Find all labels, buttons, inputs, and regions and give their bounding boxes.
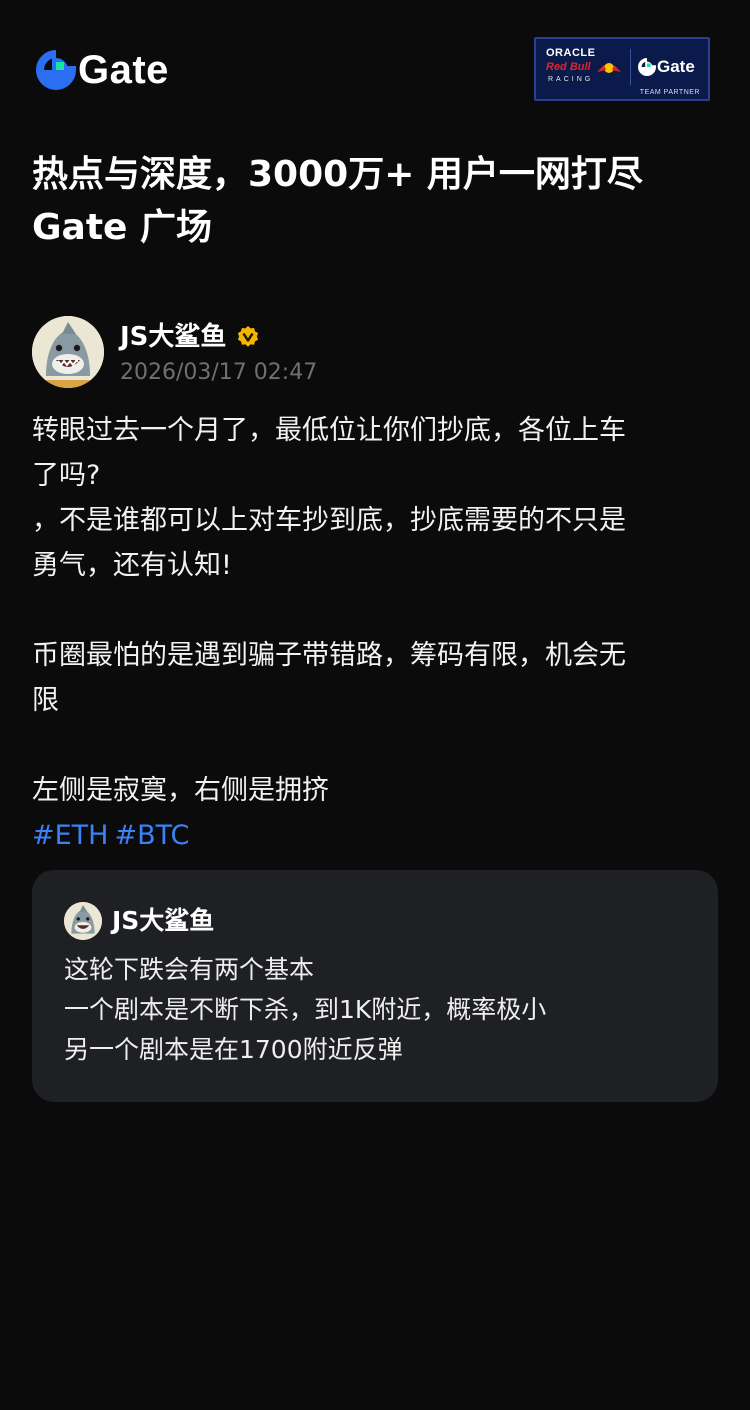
quoted-line: 另一个剧本是在1700附近反弹: [64, 1035, 403, 1064]
hashtag-list: #ETH #BTC: [32, 813, 718, 858]
team-partner-label: TEAM PARTNER: [639, 89, 700, 96]
hashtag-eth[interactable]: #ETH: [32, 820, 108, 851]
shark-avatar-icon: [32, 316, 104, 388]
header: Gate ORACLE Red Bull RACING Gate TEAM PA…: [0, 0, 750, 120]
badge-divider: [630, 49, 631, 85]
post-spacer: [32, 588, 718, 633]
post-timestamp: 2026/03/17 02:47: [120, 360, 318, 385]
post-line: 转眼过去一个月了，最低位让你们抄底，各位上车: [32, 415, 626, 446]
partner-gate-text: Gate: [657, 57, 695, 76]
post-spacer: [32, 723, 718, 768]
quoted-line: 这轮下跌会有两个基本: [64, 955, 315, 984]
verified-badge-icon: [238, 326, 259, 347]
headline-line-1: 热点与深度，3000万+ 用户一网打尽: [32, 154, 643, 195]
gate-logo[interactable]: Gate: [36, 50, 169, 90]
oracle-wordmark: ORACLE: [546, 47, 596, 59]
partner-gate-logo: Gate: [638, 57, 695, 77]
post-line: 勇气，还有认知!: [32, 550, 232, 581]
author-name[interactable]: JS大鲨鱼: [120, 320, 226, 354]
quoted-post-card[interactable]: JS大鲨鱼 这轮下跌会有两个基本 一个剧本是不断下杀，到1K附近，概率极小 另一…: [32, 870, 718, 1102]
quoted-line: 一个剧本是不断下杀，到1K附近，概率极小: [64, 995, 547, 1024]
post-line: 币圈最怕的是遇到骗子带错路，筹码有限，机会无: [32, 640, 626, 671]
avatar[interactable]: [32, 316, 104, 388]
quoted-avatar: [64, 902, 102, 940]
team-partner-badge: ORACLE Red Bull RACING Gate TEAM PARTNER: [534, 37, 710, 101]
post-line: 限: [32, 685, 59, 716]
page: Gate ORACLE Red Bull RACING Gate TEAM PA…: [0, 0, 750, 1410]
gate-logo-icon: [36, 50, 76, 90]
headline-line-2: Gate 广场: [32, 207, 213, 248]
post-line: 了吗?: [32, 460, 101, 491]
racing-wordmark: RACING: [548, 76, 594, 83]
post-line: 左侧是寂寞，右侧是拥挤: [32, 775, 329, 806]
page-headline: 热点与深度，3000万+ 用户一网打尽 Gate 广场: [32, 148, 722, 254]
post-line: ，不是谁都可以上对车抄到底，抄底需要的不只是: [32, 505, 626, 536]
quoted-post-header: JS大鲨鱼: [64, 902, 214, 940]
post-author: JS大鲨鱼 2026/03/17 02:47: [32, 316, 718, 388]
post-body: 转眼过去一个月了，最低位让你们抄底，各位上车 了吗? ，不是谁都可以上对车抄到底…: [32, 408, 718, 858]
shark-avatar-icon: [64, 902, 102, 940]
hashtag-btc[interactable]: #BTC: [114, 820, 189, 851]
quoted-author-name: JS大鲨鱼: [112, 906, 215, 935]
redbull-bulls-icon: [597, 63, 621, 73]
brand-name: Gate: [78, 48, 169, 92]
gate-logo-icon: [638, 58, 656, 76]
redbull-wordmark: Red Bull: [546, 61, 591, 73]
author-name-row: JS大鲨鱼: [120, 320, 260, 354]
quoted-post-body: 这轮下跌会有两个基本 一个剧本是不断下杀，到1K附近，概率极小 另一个剧本是在1…: [64, 950, 684, 1070]
